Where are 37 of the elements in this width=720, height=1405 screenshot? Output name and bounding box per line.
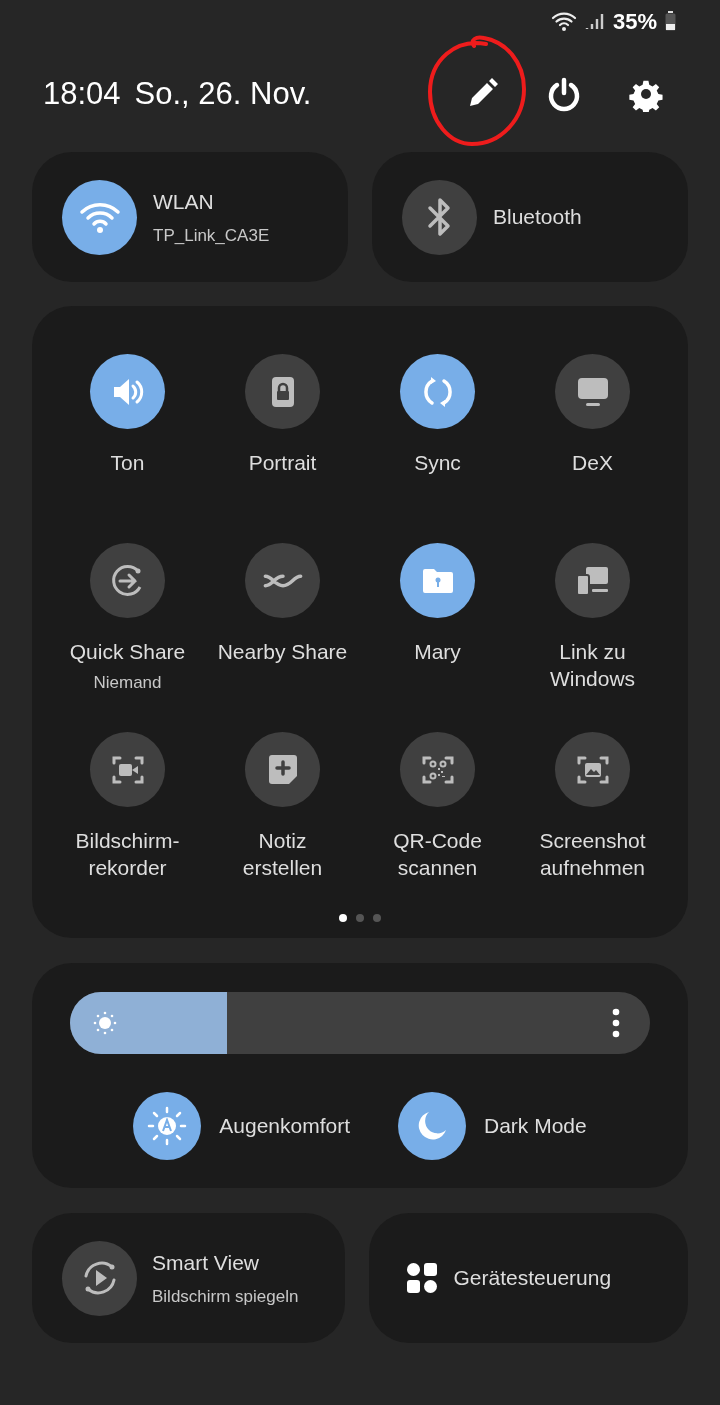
tile-label: Notiz erstellen [242,828,323,881]
bluetooth-label: Bluetooth [493,204,582,231]
battery-icon [665,11,676,31]
tile-label: Link zu Windows [549,639,636,692]
sun-icon [93,1011,117,1035]
signal-icon [584,11,605,31]
tile-subtitle: Niemand [93,672,162,694]
display-toggle-label: Dark Mode [484,1113,587,1140]
tile-label: Bildschirm- rekorder [75,828,180,881]
wifi-label: WLAN [153,188,215,215]
tile-label: Portrait [248,450,317,476]
device-control-label: Gerätesteuerung [453,1265,612,1292]
bluetooth-card[interactable]: Bluetooth [372,152,688,282]
tile-label: QR-Code scannen [393,828,482,881]
smart-view-card[interactable]: Smart View Bildschirm spiegeln [32,1213,345,1343]
wave-icon [262,572,303,589]
tile-label: Screenshot aufnehmen [539,828,646,881]
smart-view-subtitle: Bildschirm spiegeln [152,1286,299,1308]
wifi-icon [550,10,577,32]
more-icon[interactable] [612,1008,620,1038]
tile-label: Ton [110,450,145,476]
tile-label: Nearby Share [217,639,348,665]
wifi-card[interactable]: WLAN TP_Link_CA3E [32,152,348,282]
device-control-card[interactable]: Gerätesteuerung [368,1213,688,1343]
tile-label: Quick Share [69,639,186,665]
brightness-fill[interactable] [70,992,227,1054]
network-name: TP_Link_CA3E [153,225,270,247]
power-icon[interactable] [546,76,582,112]
tile-label: Mary [414,639,461,665]
battery-percent: 35% [612,7,657,36]
smart-view-title: Smart View [152,1249,260,1276]
clock-time: 18:04 [43,74,121,113]
grid-icon [405,1262,438,1294]
date-text: So., 26. Nov. [134,74,312,113]
display-toggle-label: Augenkomfort [219,1113,350,1140]
tile-label: DeX [572,450,613,476]
tile-label: Sync [414,450,461,476]
